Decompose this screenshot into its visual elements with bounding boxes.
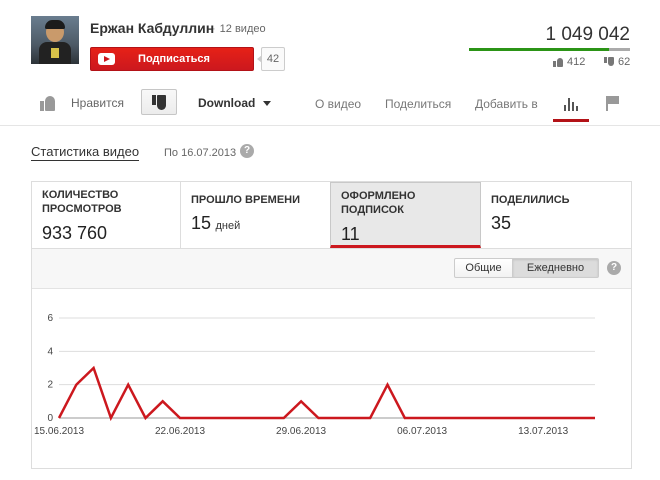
like-ratio-fill	[469, 48, 609, 51]
section-divider	[0, 125, 660, 126]
channel-avatar[interactable]	[31, 16, 79, 64]
like-button[interactable]: Нравится	[71, 96, 124, 110]
thumbs-up-icon[interactable]	[40, 95, 56, 111]
daily-toggle-button[interactable]: Ежедневно	[512, 258, 599, 278]
total-toggle-button[interactable]: Общие	[454, 258, 513, 278]
y-tick-label: 2	[47, 380, 53, 391]
tab-add-to[interactable]: Добавить в	[475, 97, 538, 111]
view-count: 1 049 042	[545, 24, 630, 45]
stats-title: Статистика видео	[31, 144, 140, 161]
tab-share[interactable]: Поделиться	[385, 97, 451, 111]
chevron-down-icon[interactable]	[263, 101, 271, 106]
thumbs-up-icon	[553, 57, 563, 67]
thumbs-down-icon	[604, 57, 614, 67]
dislike-button[interactable]	[141, 89, 177, 115]
sentiment-bar	[469, 48, 630, 51]
video-count[interactable]: · 12 видео	[212, 23, 266, 35]
daily-subscriptions-chart: 0 2 4 6 15.06.2013 22.06.2013 29.06.2013 06.07.…	[34, 313, 595, 437]
chart-toolbar: Общие Ежедневно ?	[32, 249, 631, 289]
x-tick-label: 06.07.2013	[397, 426, 447, 437]
dislike-ratio-fill	[608, 48, 630, 51]
x-tick-label: 29.06.2013	[276, 426, 326, 437]
subscribe-button[interactable]: Подписаться	[90, 47, 254, 71]
subscribe-label: Подписаться	[138, 53, 210, 65]
flag-icon[interactable]	[606, 96, 620, 111]
channel-header: Ержан Кабдуллин · 12 видео Подписаться 42…	[0, 0, 660, 80]
x-tick-label: 22.06.2013	[155, 426, 205, 437]
metric-time-elapsed[interactable]: Прошло времени 15 дней	[181, 182, 331, 248]
stats-date: По 16.07.2013	[164, 147, 237, 159]
action-bar: Нравится Download О видео Поделиться Доб…	[0, 86, 660, 122]
youtube-logo-icon	[98, 53, 115, 65]
tab-statistics[interactable]	[553, 86, 589, 122]
download-button[interactable]: Download	[198, 96, 255, 110]
x-tick-label: 13.07.2013	[518, 426, 568, 437]
y-tick-label: 6	[47, 313, 53, 324]
y-tick-label: 4	[47, 346, 53, 357]
channel-name-link[interactable]: Ержан Кабдуллин	[90, 20, 214, 36]
stats-panel: Количество просмотров 933 760 Прошло вре…	[31, 181, 632, 469]
y-tick-label: 0	[47, 413, 53, 424]
metric-views[interactable]: Количество просмотров 933 760	[32, 182, 181, 248]
subscriber-count: 42	[257, 47, 285, 71]
like-count: 412	[553, 56, 585, 68]
bar-chart-icon	[563, 98, 579, 111]
thumbs-down-icon	[152, 95, 166, 110]
metric-shares[interactable]: Поделились 35	[481, 182, 631, 248]
help-icon[interactable]: ?	[607, 261, 621, 275]
tab-about[interactable]: О видео	[315, 97, 361, 111]
dislike-count: 62	[604, 56, 630, 68]
series-line	[57, 365, 595, 422]
metric-subscriptions[interactable]: Оформлено подписок 11	[330, 182, 481, 248]
x-tick-label: 15.06.2013	[34, 426, 84, 437]
help-icon[interactable]: ?	[240, 144, 254, 158]
